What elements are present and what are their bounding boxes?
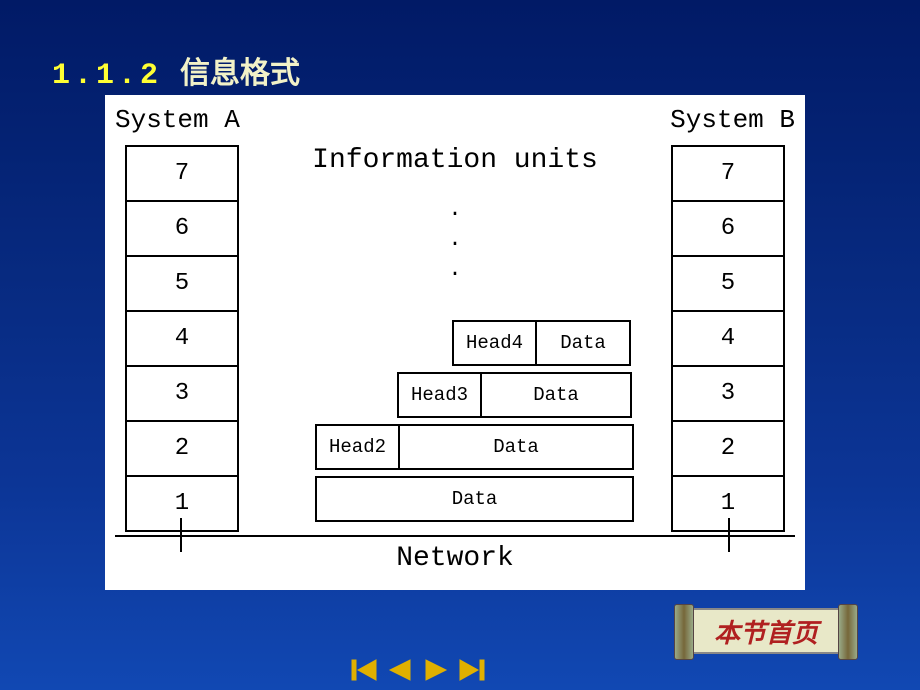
unit-2-data: Data <box>400 426 632 468</box>
title-number: 1.1.2 <box>52 59 162 93</box>
next-icon <box>422 656 450 684</box>
scroll-curl-right-icon <box>838 604 858 660</box>
title-text: 信息格式 <box>180 59 300 93</box>
section-home-label: 本节首页 <box>714 613 818 650</box>
layer-cell: 3 <box>673 365 783 420</box>
layer-cell: 7 <box>127 147 237 200</box>
layer-cell: 3 <box>127 365 237 420</box>
nav-prev-button[interactable] <box>384 654 416 686</box>
section-home-button[interactable]: 本节首页 <box>684 608 848 654</box>
diagram-panel: System A System B Information units 7 6 … <box>105 95 805 590</box>
layer-cell: 4 <box>673 310 783 365</box>
prev-icon <box>386 656 414 684</box>
network-label: Network <box>115 535 795 574</box>
unit-1-data: Data <box>317 478 632 520</box>
layer-cell: 4 <box>127 310 237 365</box>
system-b-label: System B <box>670 105 795 135</box>
unit-4-head: Head4 <box>454 322 537 364</box>
unit-3-data: Data <box>482 374 630 416</box>
layer-cell: 7 <box>673 147 783 200</box>
unit-2: Head2 Data <box>315 424 634 470</box>
layer-cell: 2 <box>127 420 237 475</box>
ellipsis-dots: . . . <box>105 195 805 285</box>
unit-4: Head4 Data <box>452 320 631 366</box>
nav-first-button[interactable] <box>348 654 380 686</box>
nav-next-button[interactable] <box>420 654 452 686</box>
unit-4-data: Data <box>537 322 629 364</box>
first-icon <box>350 656 378 684</box>
last-icon <box>458 656 486 684</box>
nav-bar <box>348 654 488 686</box>
nav-last-button[interactable] <box>456 654 488 686</box>
unit-3: Head3 Data <box>397 372 632 418</box>
layer-cell: 1 <box>127 475 237 530</box>
unit-2-head: Head2 <box>317 426 400 468</box>
unit-3-head: Head3 <box>399 374 482 416</box>
slide-title: 1.1.2 信息格式 <box>52 48 300 93</box>
unit-1: Data <box>315 476 634 522</box>
layer-cell: 2 <box>673 420 783 475</box>
scroll-curl-left-icon <box>674 604 694 660</box>
system-a-label: System A <box>115 105 240 135</box>
